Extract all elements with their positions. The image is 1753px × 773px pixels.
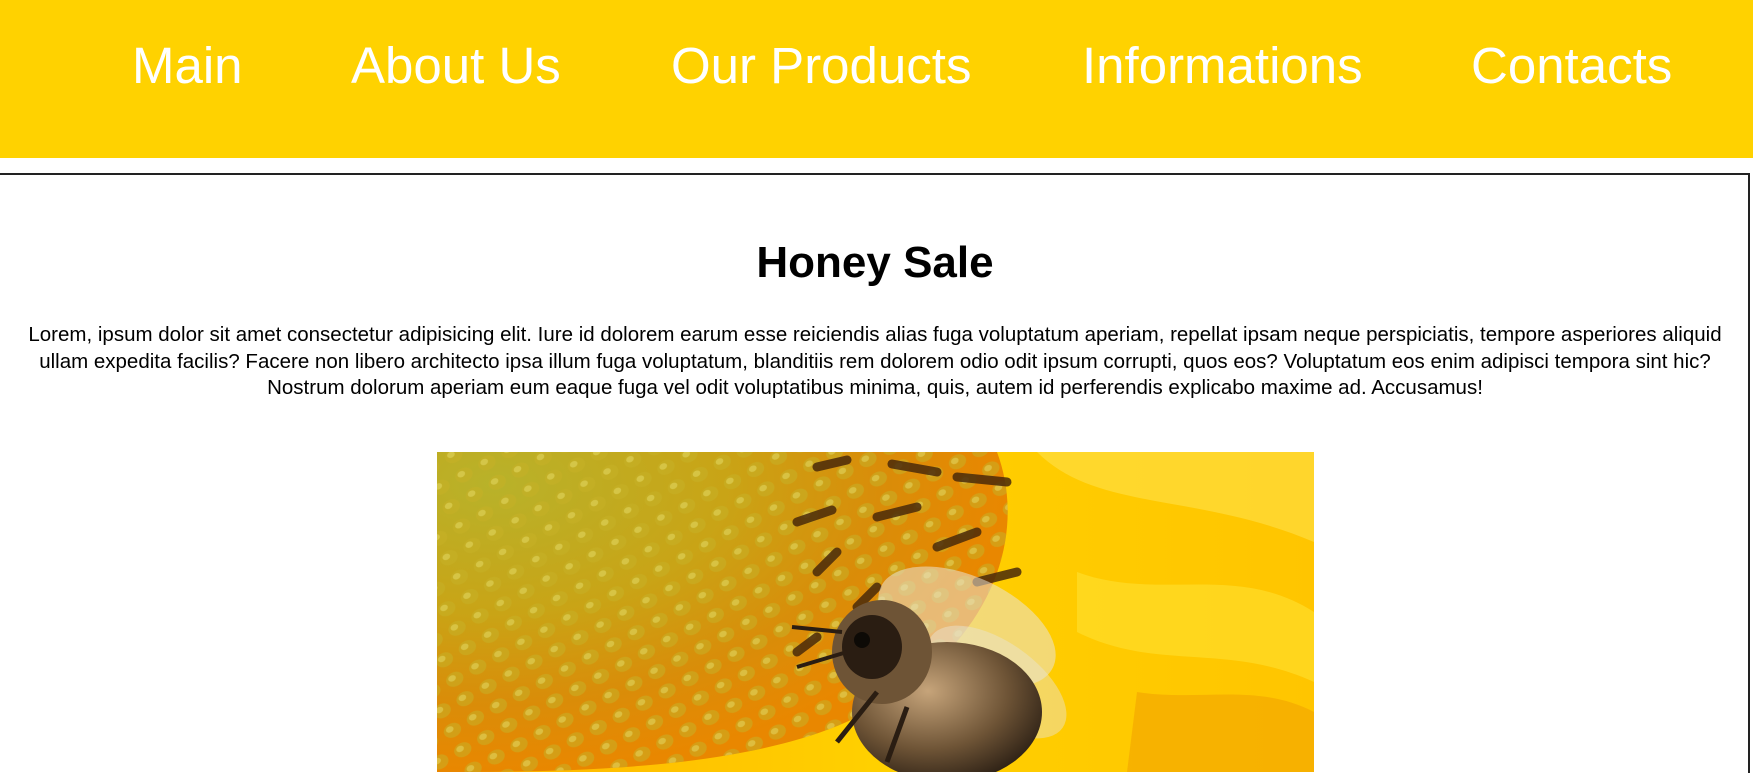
nav-link-main[interactable]: Main	[132, 40, 243, 91]
nav-link-contacts[interactable]: Contacts	[1471, 40, 1672, 91]
nav-link-informations[interactable]: Informations	[1082, 40, 1363, 91]
intro-paragraph: Lorem, ipsum dolor sit amet consectetur …	[28, 323, 1722, 399]
page-title: Honey Sale	[756, 238, 994, 287]
bee-on-sunflower-image	[437, 452, 1314, 772]
nav-link-our-products[interactable]: Our Products	[671, 40, 971, 91]
main-content: Honey Sale Lorem, ipsum dolor sit amet c…	[0, 173, 1750, 773]
top-navigation-bar: Main About Us Our Products Informations …	[0, 0, 1753, 158]
nav-link-about-us[interactable]: About Us	[351, 40, 561, 91]
